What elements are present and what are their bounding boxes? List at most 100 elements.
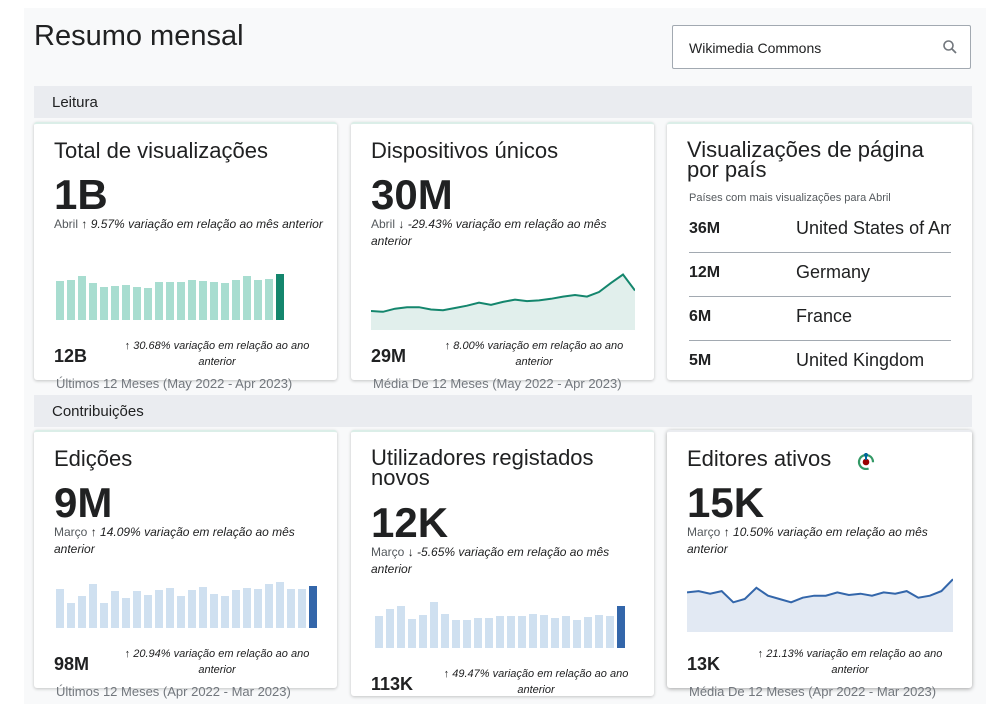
arrow-up-icon: ↑	[444, 340, 451, 352]
chart-bar	[309, 585, 317, 628]
chart-bar	[188, 279, 196, 320]
chart-bar	[144, 594, 152, 628]
card-total-views[interactable]: Total de visualizações 1B Abril ↑ 9.57% …	[34, 122, 337, 380]
chart-area	[687, 579, 953, 632]
total-value: 29M	[371, 346, 407, 366]
chart-bar	[78, 276, 86, 320]
chart-bar	[287, 588, 295, 628]
country-views: 6M	[689, 308, 712, 325]
chart-bar	[56, 280, 64, 320]
chart-bar	[606, 615, 614, 648]
chart-bar	[540, 614, 548, 648]
chart-bar	[254, 279, 262, 320]
chart-bar	[56, 588, 64, 628]
chart-bar	[529, 613, 537, 648]
yearly-change: ↑ 21.13% variação em relação ao ano ante…	[745, 646, 955, 678]
period-label: Últimos 12 Meses (May 2022 - Apr 2023)	[56, 376, 293, 391]
chart-bar	[210, 282, 218, 320]
chart-bar	[166, 282, 174, 320]
chart-bar	[419, 614, 427, 648]
project-selector-value: Wikimedia Commons	[689, 40, 822, 56]
monthly-change: Abril ↓ -29.43% variação em relação ao m…	[371, 216, 641, 250]
bar-chart	[56, 274, 284, 320]
yoy-text: 8.00% variação em relação ao ano anterio…	[453, 340, 624, 368]
chart-bar	[441, 613, 449, 648]
metric-value: 9M	[54, 479, 113, 526]
card-unique-devices[interactable]: Dispositivos únicos 30M Abril ↓ -29.43% …	[351, 122, 654, 380]
chart-bar	[243, 276, 251, 320]
wikimedia-logo-icon	[857, 453, 875, 470]
chart-bar	[221, 283, 229, 320]
chart-bar	[100, 286, 108, 320]
monthly-change: Abril ↑ 9.57% variação em relação ao mês…	[54, 216, 324, 233]
arrow-up-icon: ↑	[124, 648, 131, 660]
chart-bar	[177, 282, 185, 320]
monthly-change: Março ↑ 14.09% variação em relação ao mê…	[54, 524, 324, 558]
section-header-contributions: Contribuições	[34, 395, 972, 427]
chart-bar	[452, 620, 460, 648]
country-views: 36M	[689, 220, 721, 237]
chart-bar	[584, 616, 592, 648]
card-new-registered-users[interactable]: Utilizadores registados novos 12K Março …	[351, 430, 654, 696]
card-active-editors[interactable]: Editores ativos 15K Março ↑ 10.50% varia…	[667, 430, 972, 688]
month-label: Março	[371, 545, 405, 559]
card-edits[interactable]: Edições 9M Março ↑ 14.09% variação em re…	[34, 430, 337, 688]
yearly-change: ↑ 49.47% variação em relação ao ano ante…	[441, 666, 631, 698]
chart-bar	[430, 602, 438, 648]
chart-bar	[78, 595, 86, 628]
country-name: United States of America	[796, 218, 951, 238]
project-selector[interactable]: Wikimedia Commons	[672, 25, 971, 69]
change-text: 9.57% variação em relação ao mês anterio…	[90, 217, 323, 231]
card-views-by-country[interactable]: Visualizações de página por país Países …	[667, 122, 972, 380]
chart-bar	[67, 602, 75, 628]
country-row[interactable]: 12M Germany	[689, 252, 951, 297]
chart-bar	[276, 274, 284, 320]
chart-bar	[155, 590, 163, 628]
card-title: Dispositivos únicos	[371, 138, 559, 163]
yoy-text: 30.68% variação em relação ao ano anteri…	[133, 340, 310, 368]
arrow-up-icon: ↑	[757, 648, 764, 660]
card-title: Utilizadores registados novos	[371, 445, 594, 490]
month-label: Abril	[54, 217, 79, 231]
chart-bar	[562, 615, 570, 648]
yearly-change: ↑ 30.68% variação em relação ao ano ante…	[112, 338, 322, 370]
chart-bar	[89, 584, 97, 628]
chart-bar	[507, 615, 515, 648]
card-title: Visualizações de página por país	[687, 137, 924, 182]
card-title: Edições	[54, 446, 133, 471]
chart-bar	[122, 598, 130, 628]
country-row[interactable]: 36M United States of America	[689, 208, 951, 253]
chart-bar	[210, 593, 218, 628]
section-title: Leitura	[52, 94, 98, 111]
country-name: United Kingdom	[796, 350, 925, 370]
chart-bar	[144, 287, 152, 320]
country-row[interactable]: 6M France	[689, 296, 951, 341]
total-value: 12B	[54, 346, 88, 366]
chart-bar	[166, 587, 174, 628]
chart-bar	[155, 282, 163, 320]
line-chart	[687, 578, 953, 632]
yoy-text: 21.13% variação em relação ao ano anteri…	[766, 648, 943, 676]
country-name: Germany	[796, 262, 871, 282]
country-row[interactable]: 5M United Kingdom	[689, 340, 951, 384]
chart-bar	[67, 279, 75, 320]
month-label: Março	[54, 525, 88, 539]
chart-bar	[188, 590, 196, 628]
chart-bar	[254, 588, 262, 628]
bar-chart	[375, 602, 625, 648]
chart-bar	[573, 620, 581, 648]
card-title: Total de visualizações	[54, 138, 269, 163]
country-views: 12M	[689, 264, 721, 281]
chart-bar	[232, 279, 240, 320]
search-icon[interactable]	[942, 39, 958, 55]
monthly-change: Março ↑ 10.50% variação em relação ao mê…	[687, 524, 957, 558]
card-subtitle: Países com mais visualizações para Abril	[689, 192, 891, 204]
arrow-up-icon: ↑	[81, 217, 88, 231]
section-title: Contribuições	[52, 403, 144, 420]
yoy-text: 20.94% variação em relação ao ano anteri…	[133, 648, 310, 676]
chart-bar	[122, 285, 130, 320]
month-label: Março	[687, 525, 721, 539]
arrow-up-icon: ↑	[90, 525, 97, 539]
period-label: Média De 12 Meses (May 2022 - Apr 2023)	[373, 376, 622, 391]
chart-bar	[100, 602, 108, 628]
